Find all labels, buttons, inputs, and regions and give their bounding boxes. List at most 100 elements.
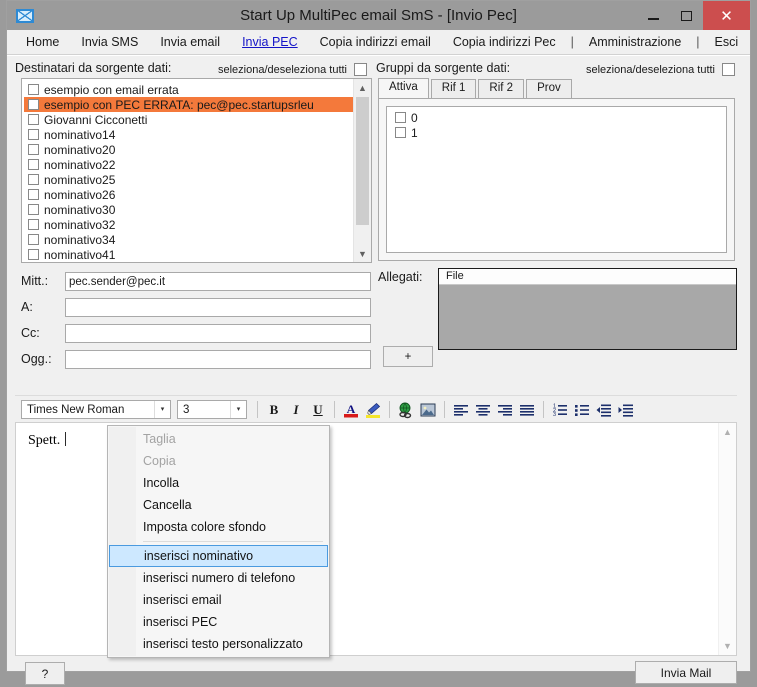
list-item[interactable]: 1 bbox=[391, 125, 726, 140]
menu-item-amministrazione[interactable]: Amministrazione bbox=[578, 30, 692, 54]
scroll-up-icon[interactable]: ▲ bbox=[719, 423, 736, 441]
menu-item-inserisci-numero-di-telefono[interactable]: inserisci numero di telefono bbox=[108, 567, 329, 589]
cc-input[interactable] bbox=[65, 323, 371, 343]
context-menu-separator bbox=[143, 541, 323, 542]
menu-item-inserisci-nominativo[interactable]: inserisci nominativo bbox=[109, 545, 328, 567]
attachments-grid[interactable]: File bbox=[438, 268, 737, 350]
menu-item-home[interactable]: Home bbox=[15, 30, 70, 54]
align-left-button[interactable] bbox=[450, 399, 472, 420]
indent-icon bbox=[618, 404, 633, 417]
group-checkbox[interactable] bbox=[395, 127, 406, 138]
menu-item-inserisci-email[interactable]: inserisci email bbox=[108, 589, 329, 611]
send-mail-button[interactable]: Invia Mail bbox=[635, 661, 737, 684]
bullet-list-button[interactable] bbox=[571, 399, 593, 420]
recipient-checkbox[interactable] bbox=[28, 159, 39, 170]
recipients-select-all-checkbox[interactable] bbox=[354, 63, 367, 76]
recipient-checkbox[interactable] bbox=[28, 144, 39, 155]
ogg-input[interactable] bbox=[65, 349, 371, 369]
recipient-checkbox[interactable] bbox=[28, 129, 39, 140]
menu-item-inserisci-testo-personalizzato[interactable]: inserisci testo personalizzato bbox=[108, 633, 329, 655]
outdent-icon bbox=[596, 404, 611, 417]
scrollbar-thumb[interactable] bbox=[356, 97, 369, 225]
close-button[interactable]: ✕ bbox=[703, 1, 750, 30]
menu-item-esci[interactable]: Esci bbox=[704, 30, 750, 54]
chevron-down-icon[interactable]: ▾ bbox=[154, 401, 170, 418]
help-button[interactable]: ? bbox=[25, 662, 65, 685]
tab-prov[interactable]: Prov bbox=[526, 79, 572, 98]
font-size-select[interactable]: 3 ▾ bbox=[177, 400, 247, 419]
menu-item-invia-email[interactable]: Invia email bbox=[149, 30, 231, 54]
recipient-checkbox[interactable] bbox=[28, 219, 39, 230]
recipient-checkbox[interactable] bbox=[28, 189, 39, 200]
list-item[interactable]: nominativo32 bbox=[24, 217, 371, 232]
menu-separator-2: | bbox=[696, 35, 700, 49]
scroll-up-icon[interactable]: ▲ bbox=[354, 79, 371, 96]
toolbar-divider bbox=[444, 401, 445, 418]
recipient-checkbox[interactable] bbox=[28, 204, 39, 215]
footer-bar: ? Invia Mail bbox=[15, 661, 737, 687]
recipients-scrollbar[interactable]: ▲ ▼ bbox=[353, 79, 371, 262]
font-family-select[interactable]: Times New Roman ▾ bbox=[21, 400, 171, 419]
add-attachment-button[interactable]: + bbox=[383, 346, 433, 367]
list-item[interactable]: nominativo25 bbox=[24, 172, 371, 187]
recipient-checkbox[interactable] bbox=[28, 114, 39, 125]
underline-button[interactable]: U bbox=[307, 399, 329, 420]
bold-button[interactable]: B bbox=[263, 399, 285, 420]
maximize-button[interactable] bbox=[670, 1, 703, 30]
groups-select-all-checkbox[interactable] bbox=[722, 63, 735, 76]
scroll-down-icon[interactable]: ▼ bbox=[354, 245, 371, 262]
indent-button[interactable] bbox=[615, 399, 637, 420]
list-item[interactable]: nominativo30 bbox=[24, 202, 371, 217]
recipients-listbox[interactable]: esempio con email errata esempio con PEC… bbox=[21, 78, 372, 263]
recipient-checkbox[interactable] bbox=[28, 174, 39, 185]
list-item[interactable]: nominativo26 bbox=[24, 187, 371, 202]
menu-item-incolla[interactable]: Incolla bbox=[108, 472, 329, 494]
menu-item-invia-sms[interactable]: Invia SMS bbox=[70, 30, 149, 54]
menu-item-imposta-colore-sfondo[interactable]: Imposta colore sfondo bbox=[108, 516, 329, 538]
groups-listbox[interactable]: 0 1 bbox=[386, 106, 727, 253]
recipient-label: esempio con PEC ERRATA: pec@pec.startups… bbox=[44, 97, 314, 112]
scroll-down-icon[interactable]: ▼ bbox=[719, 637, 736, 655]
align-right-button[interactable] bbox=[494, 399, 516, 420]
a-input[interactable] bbox=[65, 297, 371, 317]
menu-item-copia-indirizzi-email[interactable]: Copia indirizzi email bbox=[309, 30, 442, 54]
recipient-checkbox[interactable] bbox=[28, 249, 39, 260]
recipient-checkbox[interactable] bbox=[28, 99, 39, 110]
menu-item-copia: Copia bbox=[143, 454, 176, 468]
ogg-label: Ogg.: bbox=[21, 352, 52, 366]
highlight-color-button[interactable] bbox=[362, 399, 384, 420]
mitt-input[interactable]: pec.sender@pec.it bbox=[65, 271, 371, 291]
group-checkbox[interactable] bbox=[395, 112, 406, 123]
list-item[interactable]: esempio con PEC ERRATA: pec@pec.startups… bbox=[24, 97, 371, 112]
tab-rif2[interactable]: Rif 2 bbox=[478, 79, 525, 98]
menu-item-invia-pec[interactable]: Invia PEC bbox=[231, 30, 309, 54]
menu-item-copia-indirizzi-pec[interactable]: Copia indirizzi Pec bbox=[442, 30, 567, 54]
tab-attiva[interactable]: Attiva bbox=[378, 78, 429, 98]
list-item[interactable]: nominativo14 bbox=[24, 127, 371, 142]
editor-scrollbar[interactable]: ▲ ▼ bbox=[718, 423, 736, 655]
menu-item-inserisci-pec[interactable]: inserisci PEC bbox=[108, 611, 329, 633]
font-color-button[interactable]: A bbox=[340, 399, 362, 420]
menu-item-cancella[interactable]: Cancella bbox=[108, 494, 329, 516]
tab-rif1[interactable]: Rif 1 bbox=[430, 79, 477, 98]
chevron-down-icon[interactable]: ▾ bbox=[230, 401, 246, 418]
align-center-button[interactable] bbox=[472, 399, 494, 420]
list-item[interactable]: 0 bbox=[391, 110, 726, 125]
outdent-button[interactable] bbox=[593, 399, 615, 420]
list-item[interactable]: nominativo22 bbox=[24, 157, 371, 172]
minimize-button[interactable] bbox=[637, 1, 670, 30]
align-justify-button[interactable] bbox=[516, 399, 538, 420]
numbered-list-button[interactable]: 123 bbox=[549, 399, 571, 420]
italic-button[interactable]: I bbox=[285, 399, 307, 420]
insert-link-button[interactable] bbox=[395, 399, 417, 420]
insert-image-button[interactable] bbox=[417, 399, 439, 420]
recipient-checkbox[interactable] bbox=[28, 84, 39, 95]
list-item[interactable]: nominativo34 bbox=[24, 232, 371, 247]
list-item[interactable]: nominativo41 bbox=[24, 247, 371, 262]
list-item[interactable]: Giovanni Cicconetti bbox=[24, 112, 371, 127]
list-item[interactable]: nominativo20 bbox=[24, 142, 371, 157]
cc-label: Cc: bbox=[21, 326, 40, 340]
list-item[interactable]: esempio con email errata bbox=[24, 82, 371, 97]
toolbar-divider bbox=[334, 401, 335, 418]
recipient-checkbox[interactable] bbox=[28, 234, 39, 245]
